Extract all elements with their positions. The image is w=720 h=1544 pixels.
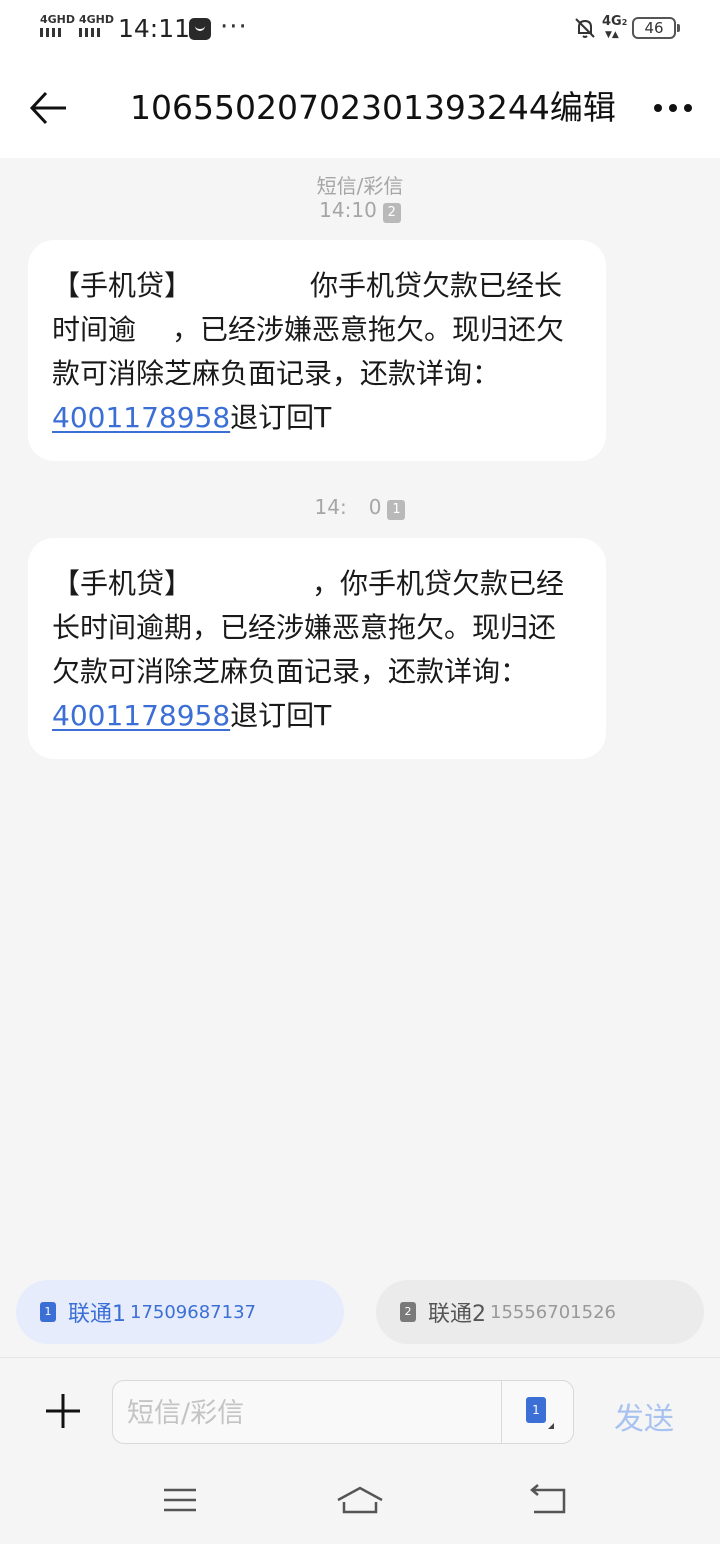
mute-bell-icon — [575, 18, 595, 38]
sim1-name: 联通1 — [68, 1302, 126, 1327]
sim-badge: 1 — [387, 500, 406, 520]
more-options-icon[interactable] — [650, 88, 696, 128]
sim1-chip[interactable]: 1 联通1 17509687137 — [16, 1280, 344, 1344]
dropdown-corner-icon — [548, 1423, 554, 1429]
notification-icon — [189, 18, 211, 40]
sim1-network-label: 4GHD — [40, 13, 76, 26]
message-bubble[interactable]: 【手机贷】 你手机贷欠款已经长时间逾 ，已经涉嫌恶意拖欠。现归还欠款可消除芝麻负面记… — [28, 240, 606, 461]
add-attachment-icon[interactable] — [40, 1388, 86, 1434]
sim1-number: 17509687137 — [130, 1301, 256, 1323]
message-text: 【手机贷】 — [52, 269, 193, 302]
sim2-chip[interactable]: 2 联通2 15556701526 — [376, 1280, 704, 1344]
sim2-number: 15556701526 — [490, 1301, 616, 1323]
menu-icon[interactable] — [160, 1484, 200, 1516]
sim2-name: 联通2 — [428, 1302, 486, 1327]
message-type-label: 短信/彩信 — [316, 174, 404, 198]
back-arrow-icon[interactable] — [26, 88, 72, 128]
message-timestamp: 14: 0 1 — [0, 495, 720, 520]
conversation-title[interactable]: 10655020702301393244编辑 — [130, 86, 616, 130]
phone-number-link[interactable]: 4001178958 — [52, 401, 230, 434]
message-timestamp: 14:10 2 — [0, 198, 720, 223]
system-navigation-bar — [0, 1468, 720, 1544]
message-text: 退订回T — [230, 699, 332, 732]
data-activity-icon: ▼▲ — [605, 30, 619, 40]
sim2-signal-icon: 4GHD — [79, 14, 114, 37]
message-input[interactable] — [127, 1391, 497, 1435]
sim-badge: 2 — [382, 203, 401, 223]
home-icon[interactable] — [336, 1484, 384, 1516]
message-text: 退订回T — [230, 401, 332, 434]
sim-selector: 1 联通1 17509687137 2 联通2 15556701526 — [0, 1266, 720, 1358]
message-bubble[interactable]: 【手机贷】 ，你手机贷欠款已经长时间逾期，已经涉嫌恶意拖欠。现归还欠款可消除芝麻负… — [28, 538, 606, 759]
status-time: 14:11 — [118, 14, 191, 43]
sim-select-button[interactable]: 1 — [501, 1381, 573, 1443]
sim-card-icon: 1 — [526, 1397, 546, 1423]
message-composer: 1 发送 — [0, 1358, 720, 1468]
sim2-network-label: 4GHD — [79, 13, 115, 26]
sim1-icon: 1 — [40, 1302, 56, 1322]
message-input-container: 1 — [112, 1380, 574, 1444]
send-button[interactable]: 发送 — [614, 1394, 674, 1438]
status-bar: 4GHD 4GHD 14:11 ··· 4G2 ▼▲ 46 — [0, 0, 720, 58]
sim2-icon: 2 — [400, 1302, 416, 1322]
message-text: 【手机贷】 — [52, 567, 193, 600]
battery-icon: 46 — [632, 17, 680, 39]
more-notifications-icon: ··· — [220, 12, 248, 42]
sim1-signal-icon: 4GHD — [40, 14, 75, 37]
conversation-header: 10655020702301393244编辑 — [0, 58, 720, 158]
phone-number-link[interactable]: 4001178958 — [52, 699, 230, 732]
network-type-label: 4G2 — [602, 14, 628, 29]
back-icon[interactable] — [528, 1484, 568, 1516]
